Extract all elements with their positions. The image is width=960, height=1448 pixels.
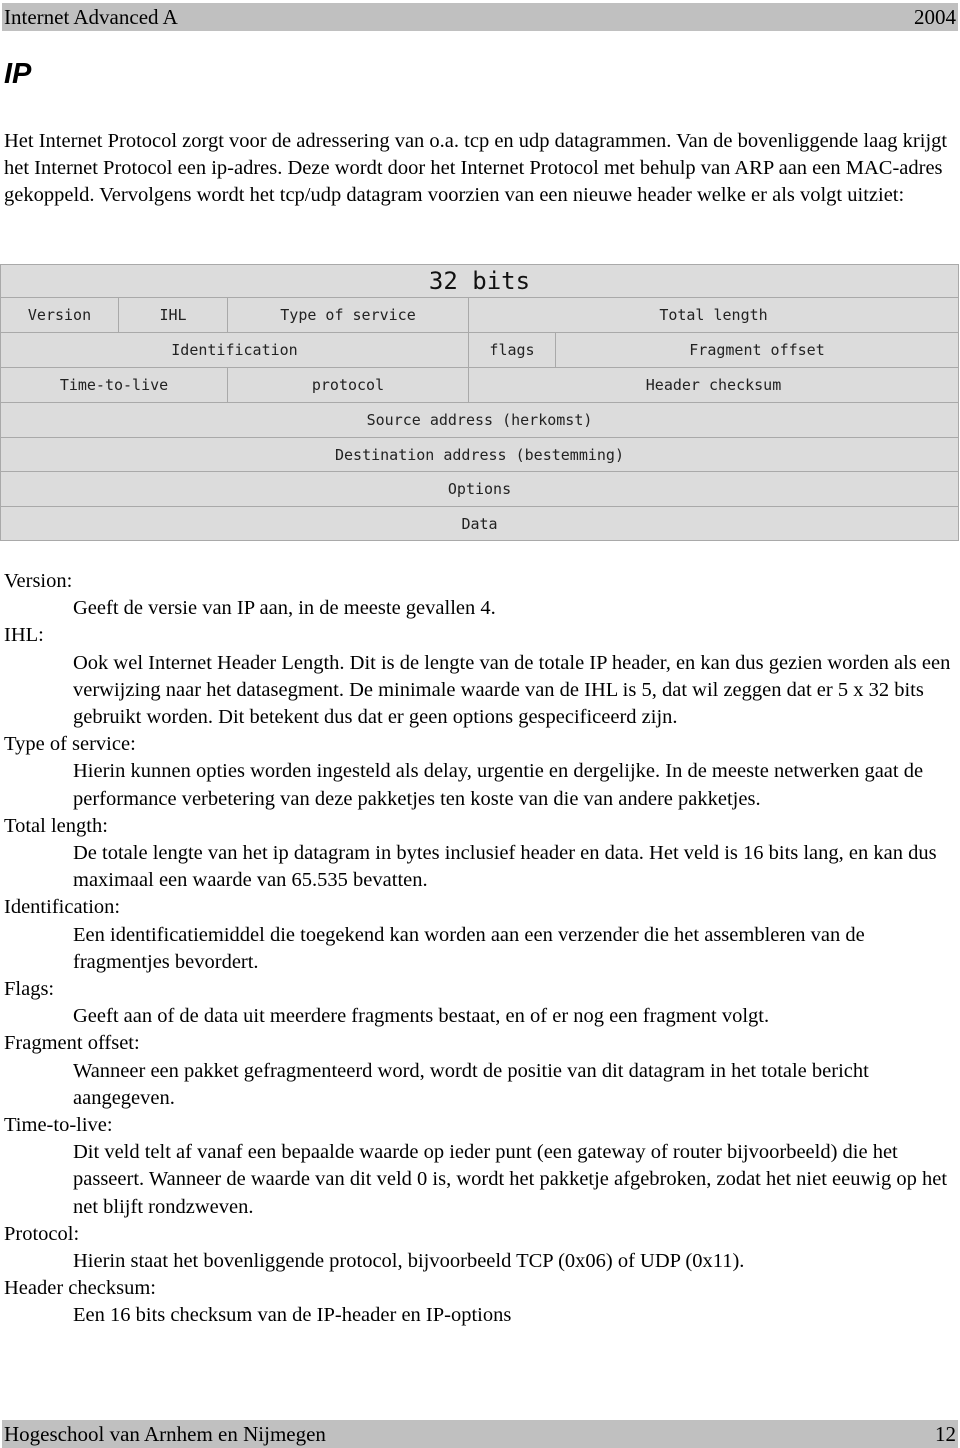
definition-description: De totale lengte van het ip datagram in … xyxy=(73,842,937,892)
field-header-checksum: Header checksum xyxy=(469,368,959,403)
definition-term: Type of service: xyxy=(4,733,136,756)
page-header: Internet Advanced A 2004 xyxy=(2,3,958,31)
definition-term: Total length: xyxy=(4,814,108,837)
width-label: 32 bits xyxy=(0,264,959,298)
page-number: 12 xyxy=(935,1422,956,1446)
field-type-of-service: Type of service xyxy=(228,298,469,333)
definition-description: Ook wel Internet Header Length. Dit is d… xyxy=(73,651,951,729)
definition-term: Fragment offset: xyxy=(4,1032,140,1055)
field-identification: Identification xyxy=(0,333,469,368)
definition-term: Version: xyxy=(4,570,73,592)
field-options: Options xyxy=(0,472,959,507)
definition-description: Wanneer een pakket gefragmenteerd word, … xyxy=(73,1059,869,1109)
field-destination-address: Destination address (bestemming) xyxy=(0,438,959,472)
definition-description: Een 16 bits checksum van de IP-header en… xyxy=(73,1304,512,1327)
field-data: Data xyxy=(0,507,959,541)
definition-term: Header checksum: xyxy=(4,1277,156,1300)
definition-description: Hierin kunnen opties worden ingesteld al… xyxy=(73,760,924,810)
definition-term: Identification: xyxy=(4,896,121,919)
section-title: IP xyxy=(4,58,32,90)
definition-description: Hierin staat het bovenliggende protocol,… xyxy=(73,1250,745,1273)
definition-term: Protocol: xyxy=(4,1222,80,1245)
header-year: 2004 xyxy=(914,5,956,29)
field-total-length: Total length xyxy=(469,298,959,333)
definition-term: Time-to-live: xyxy=(4,1114,113,1137)
field-version: Version xyxy=(0,298,119,333)
ip-header-diagram: 32 bits Version IHL Type of service Tota… xyxy=(0,264,959,541)
definition-term: Flags: xyxy=(4,978,55,1001)
definition-description: Geeft de versie van IP aan, in de meeste… xyxy=(73,597,496,620)
page-footer: Hogeschool van Arnhem en Nijmegen 12 xyxy=(2,1420,958,1448)
field-definitions: Version: Geeft de versie van IP aan, in d… xyxy=(4,568,956,1330)
intro-paragraph: Het Internet Protocol zorgt voor de adre… xyxy=(4,130,948,207)
definition-description: Een identificatiemiddel die toegekend ka… xyxy=(73,923,865,973)
field-time-to-live: Time-to-live xyxy=(0,368,228,403)
field-flags: flags xyxy=(469,333,556,368)
definition-description: Dit veld telt af vanaf een bepaalde waar… xyxy=(73,1141,948,1218)
field-source-address: Source address (herkomst) xyxy=(0,403,959,438)
field-fragment-offset: Fragment offset xyxy=(556,333,959,368)
definition-description: Geeft aan of de data uit meerdere fragme… xyxy=(73,1005,770,1028)
institution-name: Hogeschool van Arnhem en Nijmegen xyxy=(4,1422,326,1446)
course-title: Internet Advanced A xyxy=(4,5,178,29)
field-ihl: IHL xyxy=(119,298,228,333)
field-protocol: protocol xyxy=(228,368,469,403)
definition-term: IHL: xyxy=(4,624,44,647)
